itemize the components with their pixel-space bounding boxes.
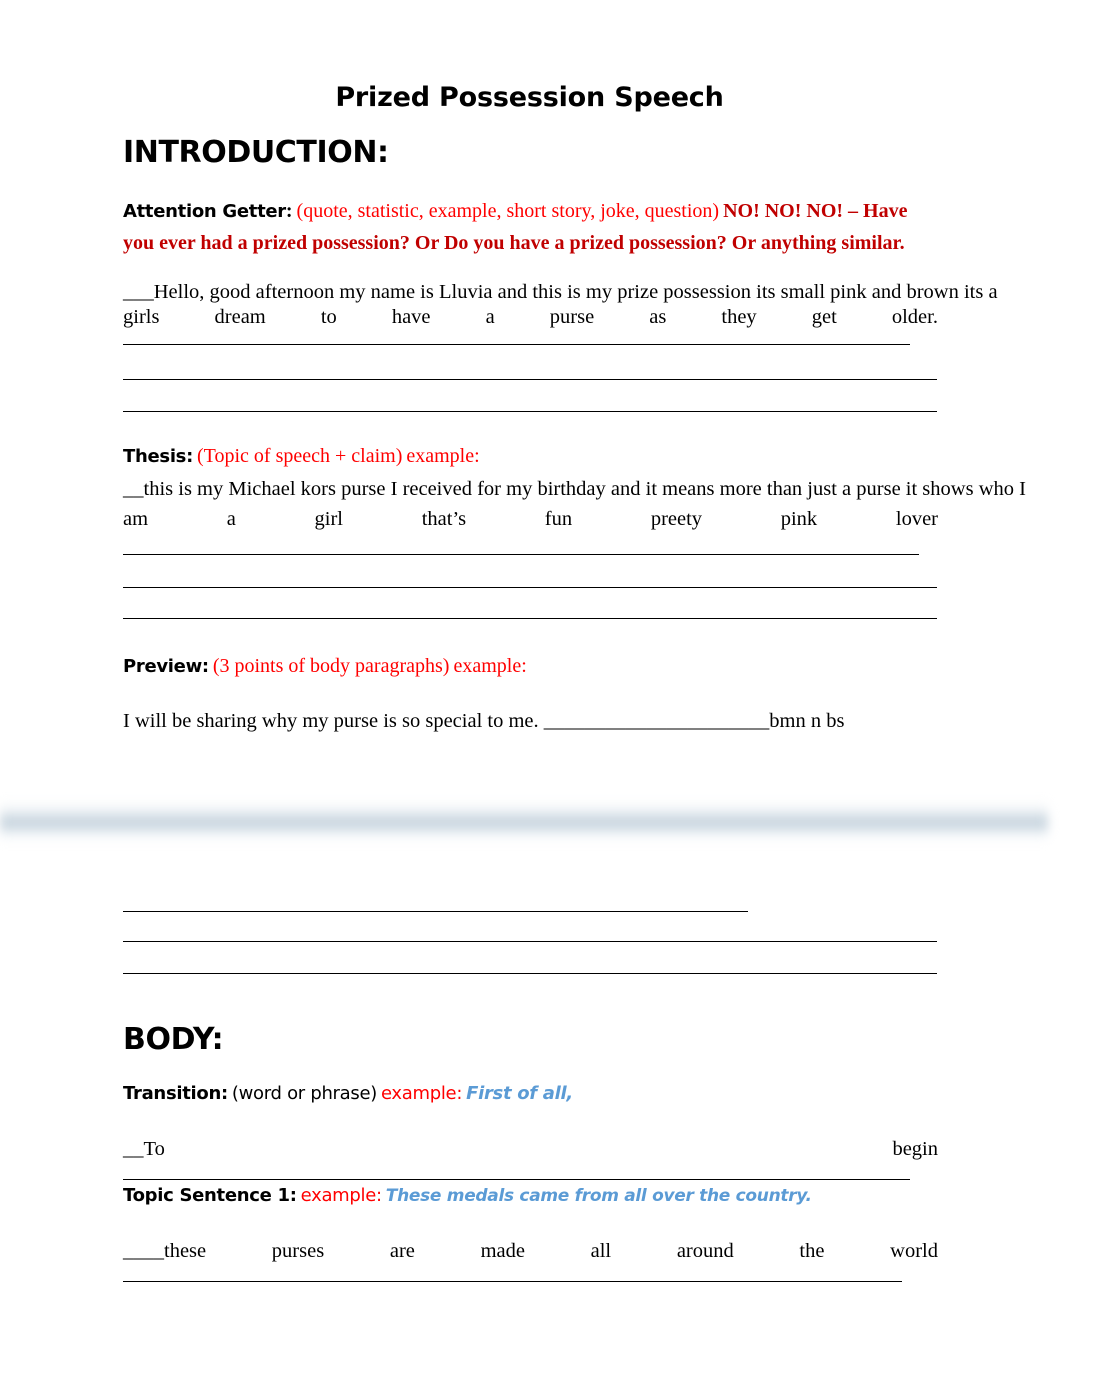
transition-example-word: example:: [380, 1083, 463, 1104]
thesis-student-line-2[interactable]: am a girl that’s fun preety pink lover: [123, 508, 938, 531]
blank-rule[interactable]: [123, 941, 937, 942]
word: that’s: [421, 508, 467, 530]
page-break-band: [0, 800, 1048, 842]
document-page: Prized Possession Speech INTRODUCTION: A…: [0, 0, 1101, 1377]
page-title: Prized Possession Speech: [335, 82, 724, 113]
blank-rule[interactable]: [123, 344, 910, 345]
topic-sentence-1-label: Topic Sentence 1:: [123, 1185, 297, 1206]
transition-student-line[interactable]: __To begin: [123, 1138, 938, 1161]
blank-rule[interactable]: [123, 411, 937, 412]
attention-getter-student-line-2[interactable]: girls dream to have a purse as they get …: [123, 306, 938, 329]
transition-label: Transition:: [123, 1083, 228, 1104]
topic-sentence-1-example-word: example:: [300, 1185, 382, 1206]
preview-student-response[interactable]: I will be sharing why my purse is so spe…: [123, 710, 938, 733]
preview-label: Preview:: [123, 656, 209, 677]
attention-getter-block: Attention Getter: (quote, statistic, exa…: [123, 196, 943, 260]
word: __To: [123, 1138, 165, 1160]
transition-block: Transition: (word or phrase) example: Fi…: [123, 1083, 573, 1104]
topic-sentence-1-student-line[interactable]: ____these purses are made all around the…: [123, 1240, 938, 1263]
blank-rule[interactable]: [123, 1281, 902, 1282]
word: ____these: [123, 1240, 207, 1262]
word: to: [320, 306, 337, 328]
word: purse: [549, 306, 595, 328]
blank-rule[interactable]: [123, 618, 937, 619]
word: begin: [892, 1138, 938, 1160]
topic-sentence-1-example-text: These medals came from all over the coun…: [385, 1186, 812, 1206]
blank-rule[interactable]: [123, 379, 937, 380]
word: around: [676, 1240, 734, 1262]
blank-rule[interactable]: [123, 554, 919, 555]
word: all: [590, 1240, 612, 1262]
preview-block: Preview: (3 points of body paragraphs) e…: [123, 655, 527, 678]
word: the: [799, 1240, 825, 1262]
preview-hint: (3 points of body paragraphs): [212, 655, 450, 677]
word: get: [811, 306, 837, 328]
blank-rule[interactable]: [123, 911, 748, 912]
word: girls: [123, 306, 160, 328]
attention-getter-label: Attention Getter: [123, 201, 286, 222]
thesis-hint: (Topic of speech + claim): [197, 445, 403, 467]
thesis-student-line-1[interactable]: __this is my Michael kors purse I receiv…: [123, 478, 1026, 501]
word: fun: [544, 508, 573, 530]
thesis-example-word: example:: [406, 445, 480, 467]
topic-sentence-1-block: Topic Sentence 1: example: These medals …: [123, 1185, 812, 1206]
word: a: [485, 306, 495, 328]
word: girl: [314, 508, 343, 530]
word: dream: [214, 306, 266, 328]
word: made: [480, 1240, 525, 1262]
attention-getter-colon: :: [285, 200, 293, 222]
transition-example-text: First of all,: [466, 1083, 573, 1104]
word: have: [391, 306, 431, 328]
blank-rule[interactable]: [123, 973, 937, 974]
word: am: [123, 508, 149, 530]
section-heading-body: BODY:: [123, 1022, 224, 1057]
word: purses: [271, 1240, 325, 1262]
preview-example-word: example:: [453, 655, 527, 677]
blank-rule[interactable]: [123, 1179, 910, 1180]
word: pink: [780, 508, 818, 530]
attention-getter-student-line-1[interactable]: ___Hello, good afternoon my name is Lluv…: [123, 281, 998, 304]
word: preety: [650, 508, 703, 530]
word: they: [721, 306, 757, 328]
thesis-block: Thesis: (Topic of speech + claim) exampl…: [123, 445, 480, 468]
attention-getter-hint: (quote, statistic, example, short story,…: [296, 200, 720, 222]
word: lover: [895, 508, 938, 530]
word: are: [389, 1240, 415, 1262]
thesis-label: Thesis:: [123, 446, 193, 467]
blank-rule[interactable]: [123, 587, 937, 588]
word: world: [890, 1240, 938, 1262]
word: as: [649, 306, 667, 328]
transition-hint: (word or phrase): [231, 1083, 377, 1104]
word: a: [226, 508, 236, 530]
section-heading-introduction: INTRODUCTION:: [123, 135, 389, 170]
word: older.: [891, 306, 938, 328]
